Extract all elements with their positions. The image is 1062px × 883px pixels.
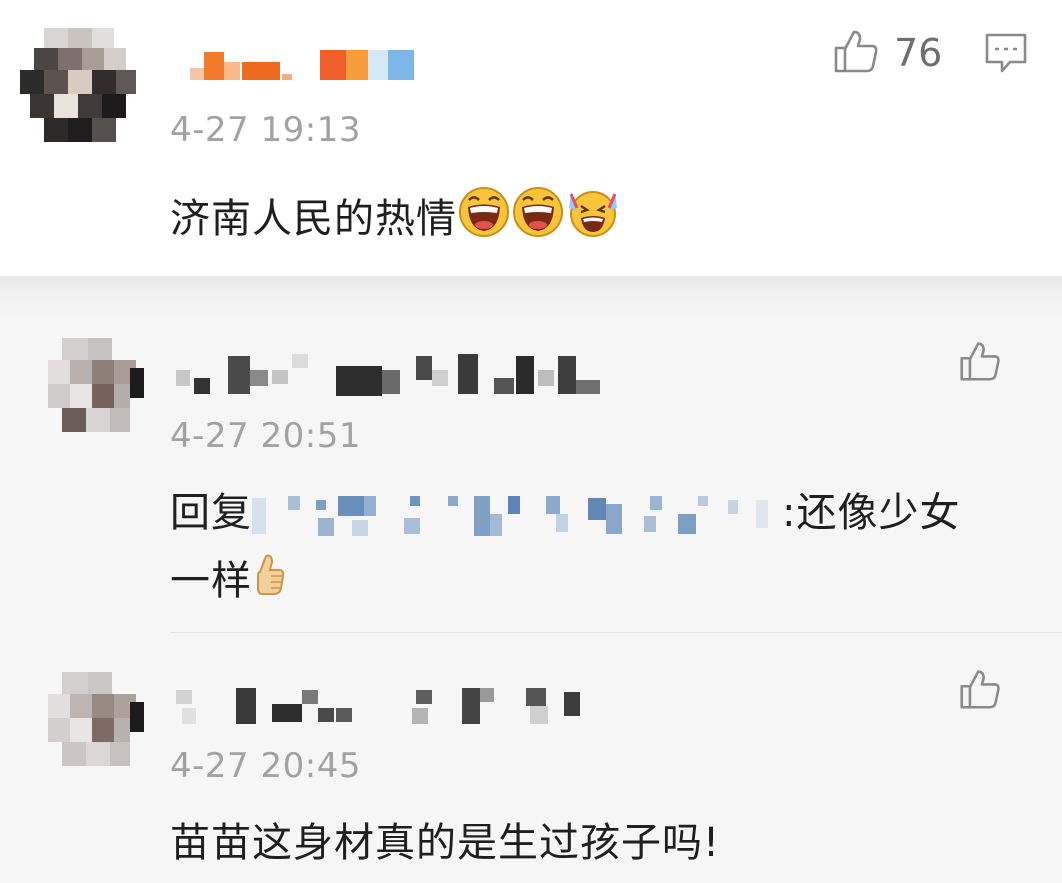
- reply-text-line-1: 回复 :还像少女: [170, 482, 960, 544]
- like-button[interactable]: 76: [832, 28, 942, 78]
- comment-timestamp: 4-27 20:51: [170, 416, 361, 456]
- mentioned-user-blurred[interactable]: [252, 490, 782, 540]
- grinning-face-icon: [457, 185, 511, 257]
- reply-content-line-2: 一样: [170, 558, 252, 604]
- reply-divider: [170, 632, 1062, 633]
- comment-bubble-icon: [984, 33, 1028, 78]
- like-button[interactable]: [958, 340, 1002, 386]
- comment-timestamp: 4-27 19:13: [170, 110, 361, 150]
- user-name-blurred[interactable]: [176, 686, 606, 726]
- top-comment: 4-27 19:13 济南人民的热情 76: [0, 0, 1062, 276]
- grinning-face-icon: [511, 185, 565, 257]
- thumbs-up-icon: [252, 550, 286, 616]
- avatar[interactable]: [20, 28, 138, 146]
- thumbs-up-outline-icon: [958, 668, 1002, 714]
- avatar[interactable]: [48, 338, 144, 434]
- comment-text-content: 济南人民的热情: [170, 196, 457, 242]
- thumbs-up-outline-icon: [832, 28, 880, 78]
- section-divider: [0, 276, 1062, 316]
- comment-text: 济南人民的热情: [170, 184, 621, 258]
- comment-text: 苗苗这身材真的是生过孩子吗!: [170, 820, 721, 866]
- replies-section: 4-27 20:51 回复 :还像少女 一样 4-27 20:45 苗苗这身材真…: [0, 316, 1062, 883]
- reply-text-line-2: 一样: [170, 550, 286, 616]
- thumbs-up-outline-icon: [958, 340, 1002, 386]
- reply-button[interactable]: [984, 32, 1028, 78]
- user-name-blurred[interactable]: [170, 46, 420, 84]
- tears-of-joy-face-icon: [565, 184, 621, 258]
- reply-prefix: 回复: [170, 490, 252, 536]
- like-count: 76: [894, 31, 943, 75]
- user-name-blurred[interactable]: [176, 352, 616, 396]
- comment-timestamp: 4-27 20:45: [170, 746, 361, 786]
- avatar[interactable]: [48, 672, 144, 768]
- like-button[interactable]: [958, 668, 1002, 714]
- reply-content-line-1: :还像少女: [782, 490, 961, 536]
